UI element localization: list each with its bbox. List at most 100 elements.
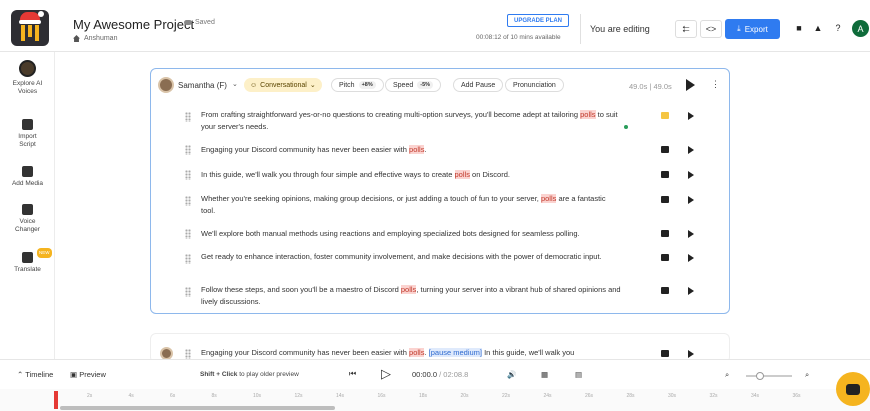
timeline-toggle[interactable]: ⌃ Timeline [17,370,53,379]
block-text[interactable]: Get ready to enhance interaction, foster… [201,251,621,263]
clapper-icon[interactable]: ▦ [541,370,548,379]
zoom-slider[interactable] [746,375,792,377]
speaker-avatar[interactable] [158,77,174,93]
play-icon[interactable] [688,230,694,238]
owner-name: Anshuman [84,35,118,42]
captions-icon[interactable]: ▤ [575,370,582,379]
play-icon[interactable]: ▷ [381,366,391,382]
comment-icon[interactable] [661,254,669,261]
block-text[interactable]: Whether you're seeking opinions, making … [201,193,621,217]
play-icon[interactable] [688,196,694,204]
sidebar-label: Changer [15,226,40,233]
sidebar-item-translate[interactable]: NEW Translate [0,248,55,274]
comment-icon[interactable] [661,350,669,357]
comment-icon[interactable] [661,196,669,203]
pronunciation-button[interactable]: Pronunciation [505,78,564,92]
timeline-ruler[interactable]: 2s 4s 6s 8s 10s 12s 14s 16s 18s 20s 22s 24s 26s 28s 30… [0,389,870,411]
skip-back-icon[interactable]: ⏮ [349,369,356,379]
help-icon[interactable]: ? [832,22,844,34]
ruler-tick-label: 14s [336,393,345,399]
save-status: Saved [184,19,215,26]
drag-handle-icon[interactable] [185,287,191,297]
chevron-up-icon: ⌃ [17,370,24,379]
block-text[interactable]: From crafting straightforward yes-or-no … [201,109,621,133]
play-icon[interactable] [688,287,694,295]
zoom-slider-handle[interactable] [756,372,764,380]
comment-icon[interactable] [661,146,669,153]
block-text[interactable]: Follow these steps, and soon you'll be a… [201,284,621,308]
upgrade-plan-button[interactable]: UPGRADE PLAN [507,14,569,27]
highlight-word: polls [400,285,417,294]
play-block-icon[interactable] [686,79,695,91]
comment-icon[interactable] [661,230,669,237]
editing-status: You are editing [590,24,650,34]
comment-icon[interactable] [661,112,669,119]
app-logo[interactable] [11,10,49,46]
preview-toggle[interactable]: ▣ Preview [70,370,106,379]
ruler-tick-label: 36s [792,393,801,399]
playhead[interactable] [54,391,58,409]
cloud-icon [184,20,192,25]
playback-hint: Shift + Click to play older preview [200,371,299,378]
add-pause-button[interactable]: Add Pause [453,78,504,92]
more-options-icon[interactable]: ⋮ [711,79,720,90]
block-text[interactable]: In this guide, we'll walk you through fo… [201,169,621,181]
ruler-tick-label: 24s [543,393,552,399]
sidebar-item-voice-changer[interactable]: Voice Changer [0,204,55,234]
ruler-tick-label: 4s [128,393,134,399]
emoji-icon: ☺ [250,81,258,89]
share-button[interactable]: ⮄ [675,20,697,38]
drag-handle-icon[interactable] [185,112,191,122]
play-icon[interactable] [688,146,694,154]
ruler-tick-label: 30s [668,393,677,399]
comment-icon[interactable] [661,287,669,294]
play-icon[interactable] [688,254,694,262]
sidebar-label: Explore AI [12,80,43,87]
zoom-out-icon[interactable]: ⌕ [725,370,729,380]
block-text[interactable]: Engaging your Discord community has neve… [201,144,621,156]
chat-support-button[interactable] [836,372,870,406]
timeline-scrollbar[interactable] [60,406,335,410]
comment-icon[interactable] [661,171,669,178]
play-icon[interactable] [688,112,694,120]
project-title[interactable]: My Awesome Project [73,17,194,32]
chevron-down-icon[interactable]: ⌄ [232,80,238,88]
voice-block-card[interactable]: Samantha (F) ⌄ ☺ Conversational ⌄ Pitch … [150,68,730,314]
play-icon[interactable] [688,350,694,358]
playback-time: 00:00.0 / 02:08.8 [412,370,469,379]
ruler-tick-label: 8s [211,393,217,399]
ruler-tick-label: 28s [626,393,635,399]
highlight-word: polls [454,170,470,179]
drag-handle-icon[interactable] [185,145,191,155]
block-text[interactable]: Engaging your Discord community has neve… [201,347,621,359]
home-icon [73,35,80,42]
drag-handle-icon[interactable] [185,170,191,180]
app-root: My Awesome Project Saved Anshuman UPGRAD… [0,0,870,411]
download-icon: ⤓ [737,24,741,33]
drag-handle-icon[interactable] [185,254,191,264]
voice-style-dropdown[interactable]: ☺ Conversational ⌄ [244,78,322,92]
drag-handle-icon[interactable] [185,229,191,239]
export-button[interactable]: ⤓ Export [725,19,780,39]
pause-tag[interactable]: [pause medium] [428,348,483,357]
pitch-control[interactable]: Pitch +8% [331,78,384,92]
drag-handle-icon[interactable] [185,349,191,359]
sidebar-item-explore-voices[interactable]: Explore AI Voices [0,60,55,96]
block-text[interactable]: We'll explore both manual methods using … [201,228,621,240]
user-avatar[interactable]: A [852,20,869,37]
bell-icon[interactable]: ▲ [812,22,824,34]
comments-icon[interactable]: ■ [793,22,805,34]
embed-button[interactable]: <> [700,20,722,38]
sidebar-label: Add Media [11,180,44,187]
sidebar-item-add-media[interactable]: Add Media [0,166,55,188]
top-header: My Awesome Project Saved Anshuman UPGRAD… [0,0,870,52]
drag-handle-icon[interactable] [185,196,191,206]
speed-control[interactable]: Speed -5% [385,78,442,92]
ruler-tick-label: 2s [87,393,93,399]
speaker-name[interactable]: Samantha (F) [178,81,227,90]
breadcrumb-owner[interactable]: Anshuman [73,35,117,42]
sidebar-item-import-script[interactable]: Import Script [0,119,55,149]
zoom-in-icon[interactable]: ⌕ [805,370,809,380]
volume-icon[interactable]: 🔊 [507,370,516,379]
play-icon[interactable] [688,171,694,179]
